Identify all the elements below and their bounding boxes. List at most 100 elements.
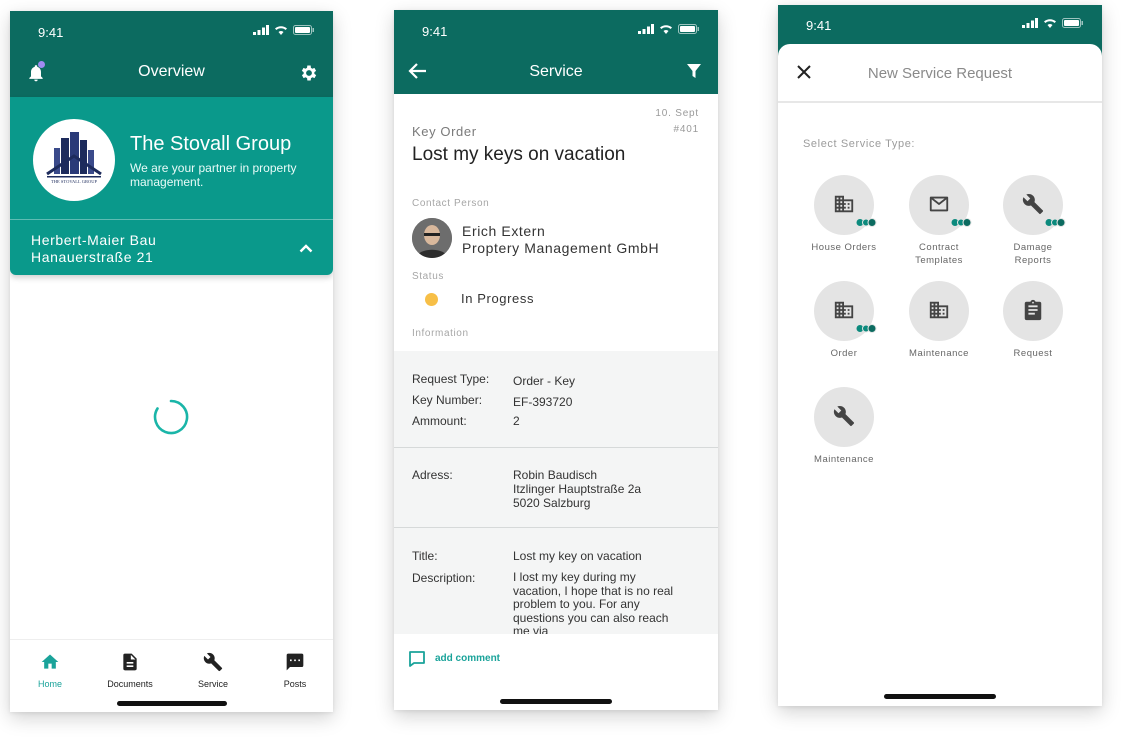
property-name: Herbert-Maier Bau <box>31 232 157 248</box>
service-type-request[interactable]: Request <box>988 281 1078 360</box>
overview-screen: 9:41 Overview THE STOVALL GROUP The Stov… <box>10 11 333 712</box>
signal-icon <box>638 24 654 34</box>
request-date-value: 10. Sept <box>655 108 699 119</box>
tab-documents[interactable]: Documents <box>90 652 170 689</box>
service-detail-screen: 9:41 Service 10. Sept #401 Key Order Los… <box>394 10 718 710</box>
contact-name: Erich Extern <box>462 223 546 239</box>
clipboard-icon <box>1024 299 1042 321</box>
tab-service-label: Service <box>197 679 228 689</box>
description-value: I lost my key during my vacation, I hope… <box>513 571 674 634</box>
service-type-label: Contract Templates <box>915 242 963 266</box>
address-line2: Itzlinger Hauptstraße 2a <box>513 482 642 496</box>
status-bar: 9:41 <box>10 11 333 51</box>
select-service-type-label: Select Service Type: <box>803 138 916 150</box>
chevron-up-icon[interactable] <box>299 243 313 253</box>
company-name: The Stovall Group <box>130 133 292 155</box>
company-card: THE STOVALL GROUP The Stovall Group We a… <box>10 97 333 275</box>
status-time: 9:41 <box>38 25 64 40</box>
contact-person: Erich Extern Proptery Management GmbH <box>462 223 659 257</box>
badge-icon <box>1045 218 1066 227</box>
service-type-label: Damage Reports <box>1013 242 1053 266</box>
app-header: 9:41 Overview <box>10 11 333 97</box>
badge-icon <box>951 218 972 227</box>
description-label: Description: <box>412 571 476 585</box>
status-value: In Progress <box>461 291 535 306</box>
signal-icon <box>253 25 269 35</box>
battery-icon <box>678 24 699 34</box>
signal-icon <box>1022 18 1038 28</box>
tab-home[interactable]: Home <box>10 652 90 689</box>
service-type-maintenance-2[interactable]: Maintenance <box>799 387 889 466</box>
sheet-header: New Service Request <box>778 44 1102 103</box>
service-type-maintenance[interactable]: Maintenance <box>894 281 984 360</box>
tab-documents-label: Documents <box>107 679 153 689</box>
building-icon <box>834 301 854 319</box>
app-header: 9:41 Service <box>394 10 718 94</box>
badge-icon <box>856 324 877 333</box>
comment-icon <box>409 651 425 667</box>
key-number-value: EF-393720 <box>513 395 573 409</box>
loading-spinner <box>153 399 189 435</box>
home-icon <box>41 654 59 669</box>
tab-posts-label: Posts <box>283 679 307 689</box>
address-line1: Robin Baudisch <box>513 468 598 482</box>
add-comment-button[interactable]: add comment <box>435 653 500 664</box>
service-type-damage-reports[interactable]: Damage Reports <box>988 175 1078 267</box>
request-number: #401 <box>673 124 699 135</box>
contact-label: Contact Person <box>412 198 490 209</box>
tab-posts[interactable]: Posts <box>255 652 333 689</box>
service-type-house-orders[interactable]: House Orders <box>799 175 889 254</box>
company-tagline: We are your partner in property manageme… <box>130 161 297 189</box>
company-logo-graphic: THE STOVALL GROUP <box>46 132 102 184</box>
tab-service[interactable]: Service <box>173 652 253 689</box>
badge-icon <box>856 218 877 227</box>
amount-label: Ammount: <box>412 414 467 428</box>
address-value: Robin Baudisch Itzlinger Hauptstraße 2a … <box>513 468 641 510</box>
building-icon <box>929 301 949 319</box>
wrench-icon <box>833 406 855 427</box>
filter-icon[interactable] <box>686 63 702 79</box>
battery-icon <box>1062 18 1083 28</box>
status-icons <box>638 24 700 34</box>
wifi-icon <box>1044 19 1056 28</box>
page-title: Service <box>529 63 583 80</box>
request-type-value: Order - Key <box>513 374 576 388</box>
service-type-contract-templates[interactable]: Contract Templates <box>894 175 984 267</box>
avatar-image <box>412 218 452 258</box>
service-type-label: Request <box>1013 348 1053 359</box>
divider <box>394 447 718 448</box>
home-indicator <box>500 699 612 704</box>
amount-value: 2 <box>513 414 520 428</box>
property-street: Hanauerstraße 21 <box>31 249 154 265</box>
chat-icon <box>286 653 304 671</box>
wifi-icon <box>275 26 287 35</box>
service-type-label: Order <box>830 348 858 359</box>
address-line3: 5020 Salzburg <box>513 496 591 510</box>
service-type-label: House Orders <box>811 242 877 253</box>
gear-icon[interactable] <box>299 63 319 83</box>
wrench-icon <box>203 652 223 672</box>
divider <box>394 527 718 528</box>
battery-icon <box>293 25 314 35</box>
status-label: Status <box>412 271 444 282</box>
divider <box>10 219 333 220</box>
key-number-label: Key Number: <box>412 393 483 407</box>
property-address[interactable]: Herbert-Maier Bau Hanauerstraße 21 <box>31 232 156 266</box>
company-logo: THE STOVALL GROUP <box>33 119 115 201</box>
page-title: Overview <box>138 63 205 80</box>
status-time: 9:41 <box>806 18 832 33</box>
avatar <box>412 218 452 258</box>
title-value: Lost my key on vacation <box>513 549 642 563</box>
address-label: Adress: <box>412 468 453 482</box>
building-icon <box>834 195 854 213</box>
request-type-label: Request Type: <box>412 372 490 386</box>
status-indicator <box>425 293 438 306</box>
information-label: Information <box>412 328 469 339</box>
contact-company: Proptery Management GmbH <box>462 240 660 256</box>
status-time: 9:41 <box>422 24 448 39</box>
service-type-order[interactable]: Order <box>799 281 889 360</box>
status-bar: 9:41 <box>778 5 1102 45</box>
wifi-icon <box>660 25 672 34</box>
new-service-request-screen: 9:41 New Service Request Select Service … <box>778 5 1102 706</box>
service-type-label: Maintenance <box>909 348 969 359</box>
